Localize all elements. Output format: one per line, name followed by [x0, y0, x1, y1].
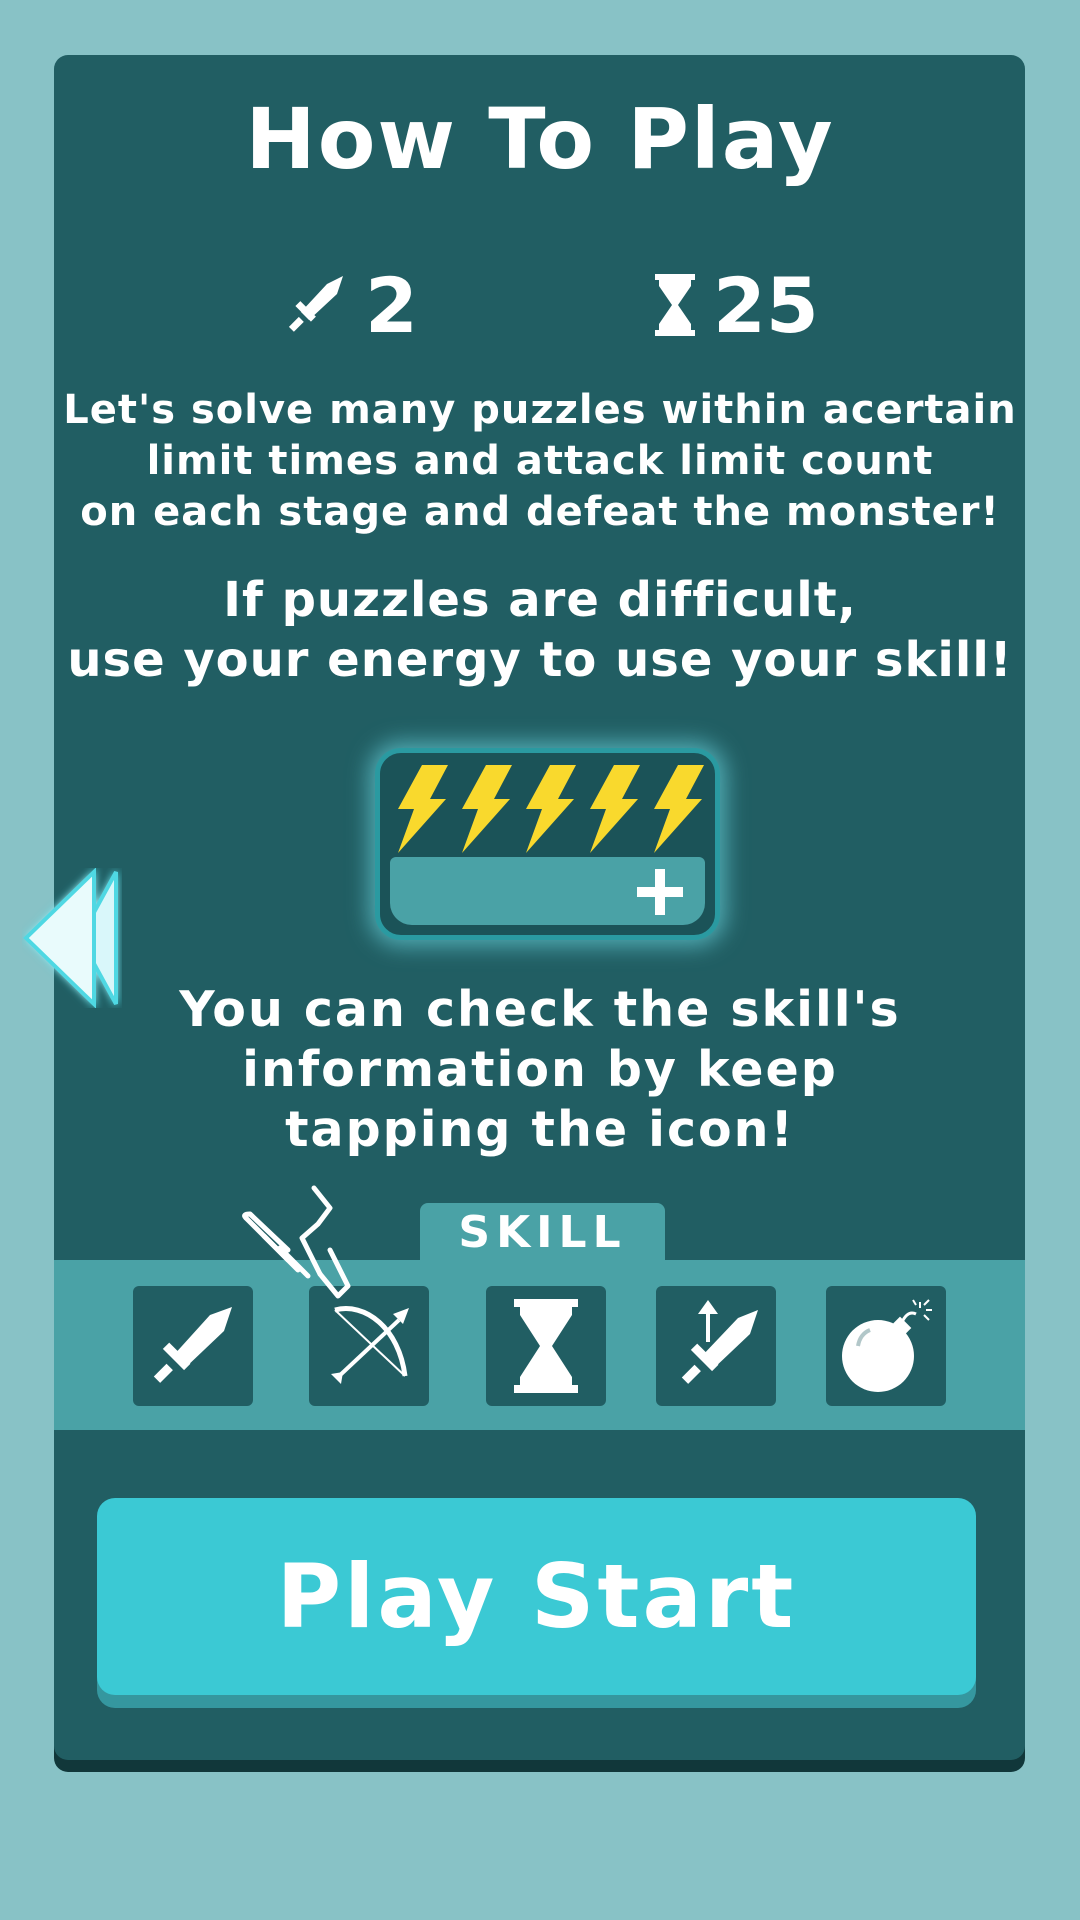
sword-icon [288, 276, 343, 332]
skill-hint-text: If puzzles are difficult, use your energ… [67, 572, 1013, 688]
lightning-icon [654, 765, 704, 853]
bow-arrow-icon [331, 1306, 409, 1384]
skill-sword-button[interactable] [133, 1286, 253, 1406]
skill-tab: SKILL [420, 1203, 665, 1273]
hourglass-icon [514, 1299, 578, 1393]
rules-text: Let's solve many puzzles within acertain… [63, 387, 1017, 535]
hourglass-icon [655, 274, 695, 336]
attack-count: 2 [365, 260, 418, 350]
energy-gauge[interactable] [375, 748, 720, 940]
skill-attack-up-button[interactable] [656, 1286, 776, 1406]
bomb-icon [842, 1299, 932, 1392]
sword-icon [153, 1307, 232, 1383]
play-start-button[interactable]: Play Start [97, 1498, 976, 1695]
skill-bomb-button[interactable] [826, 1286, 946, 1406]
lightning-icon [462, 765, 512, 853]
energy-bar [390, 857, 705, 925]
pointing-hand-icon [242, 1185, 351, 1299]
plus-icon[interactable] [637, 869, 683, 915]
lightning-icon [398, 765, 448, 853]
info-text: You can check the skill's information by… [179, 981, 901, 1158]
energy-bolts [390, 763, 708, 855]
attack-limit-stat: 2 [285, 261, 418, 350]
skill-hourglass-button[interactable] [486, 1286, 606, 1406]
page-title: How To Play [245, 90, 835, 188]
time-limit: 25 [713, 260, 819, 350]
lightning-icon [526, 765, 576, 853]
time-limit-stat: 25 [655, 261, 819, 350]
lightning-icon [590, 765, 640, 853]
sword-up-arrow-icon [681, 1300, 758, 1384]
